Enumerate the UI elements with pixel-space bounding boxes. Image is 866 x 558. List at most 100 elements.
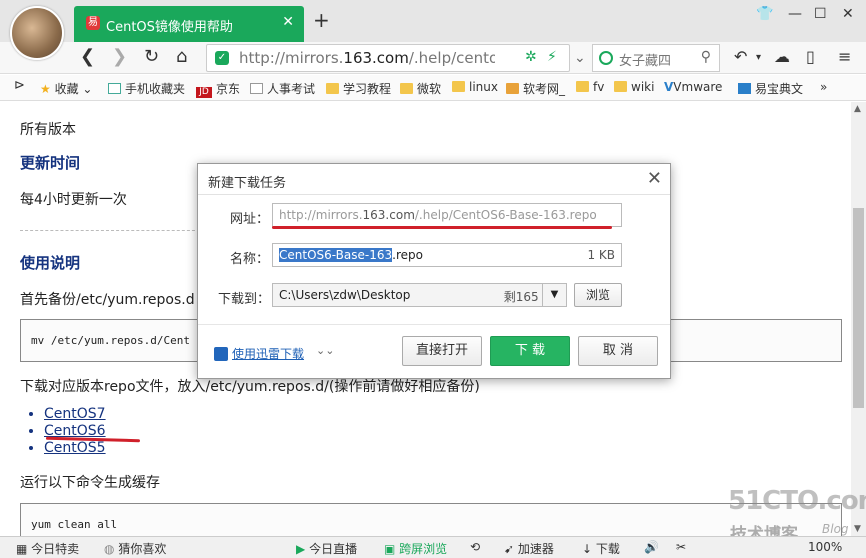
address-bar[interactable]: ✓ http://mirrors.163.com/.help/centos.ht… [206,44,570,72]
jd-icon: JD [196,87,212,98]
phone-icon [108,83,121,94]
reload-button[interactable]: ↻ [144,46,159,67]
cart-icon: ◍ [104,542,115,556]
download-url-field[interactable]: http://mirrors.163.com/.help/CentOS6-Bas… [272,203,622,227]
bookmark-vmware[interactable]: VVmware [664,80,722,94]
usage-heading: 使用说明 [20,254,81,272]
file-size: 1 KB [587,248,615,262]
save-path-dropdown-icon[interactable]: ▼ [542,283,567,307]
search-input[interactable]: 女子藏四 [619,50,671,69]
cancel-button[interactable]: 取 消 [578,336,658,366]
tab-close-icon[interactable]: ✕ [282,14,294,30]
undo-dropdown-icon[interactable]: ▾ [756,52,761,63]
update-time-heading: 更新时间 [20,154,81,172]
bookmark-mobile[interactable]: 手机收藏夹 [108,80,185,97]
camera-icon[interactable]: ✂ [676,540,686,554]
lightning-icon[interactable]: ⚡ [547,49,557,65]
history-icon[interactable]: ⟲ [470,540,480,554]
menu-icon[interactable]: ≡ [838,47,851,66]
close-window-button[interactable]: ✕ [842,6,854,22]
bookmark-yibao[interactable]: 易宝典文 [738,80,803,97]
guess-like[interactable]: ◍ 猜你喜欢 [104,540,166,557]
link-centos5[interactable]: CentOS5 [44,440,106,457]
today-live[interactable]: ▶ 今日直播 [296,540,357,557]
open-directly-button[interactable]: 直接打开 [402,336,482,366]
bookmark-hr-exam[interactable]: 人事考试 [250,80,315,97]
scrollbar-thumb[interactable] [853,208,864,408]
dialog-close-icon[interactable]: ✕ [647,168,662,189]
xunlei-icon [214,347,228,361]
download-instructions-text: 下载对应版本repo文件，放入/etc/yum.repos.d/(操作前请做好相… [20,379,480,395]
browser-tab-active[interactable]: 易 CentOS镜像使用帮助 ✕ [74,6,304,42]
divider [198,324,670,325]
filename-value[interactable]: CentOS6-Base-163.repo [279,248,423,262]
annotation-underline-url [272,226,612,229]
bookmark-linux[interactable]: linux [452,80,498,94]
tab-bar: 易 CentOS镜像使用帮助 ✕ + 👕 — ☐ ✕ [0,0,866,42]
phone-sync-icon[interactable]: ▯ [806,47,815,66]
browse-button[interactable]: 浏览 [574,283,622,307]
downloads[interactable]: ↓ 下载 [582,540,620,557]
download-icon: ↓ [582,542,593,556]
version-list: CentOS7 CentOS6 CentOS5 [44,406,106,457]
watermark-site: 51CTO.com [728,486,866,516]
bookmarks-overflow-icon[interactable]: » [820,80,827,94]
bookmark-wiki[interactable]: wiki [614,80,654,94]
code-line: mv /etc/yum.repos.d/Cent [31,334,190,347]
address-dropdown-icon[interactable]: ⌄ [574,50,586,66]
play-icon: ▶ [296,542,306,556]
cross-screen[interactable]: ▣ 跨屏浏览 [384,540,447,557]
folder-icon [400,83,413,94]
watermark-blog: Blog [822,522,849,536]
accelerator[interactable]: ➹ 加速器 [504,540,554,557]
search-icon[interactable]: ⚲ [701,49,711,65]
user-avatar[interactable] [10,6,64,60]
sound-icon[interactable]: 🔊 [644,540,659,554]
xunlei-download-link[interactable]: 使用迅雷下载 [214,345,304,362]
save-path-field[interactable]: C:\Users\zdw\Desktop 剩165 GB [272,283,567,307]
bookmark-tutorials[interactable]: 学习教程 [326,80,391,97]
search-box[interactable]: 女子藏四 ⚲ [592,44,720,72]
download-url-value: http://mirrors.163.com/.help/CentOS6-Bas… [279,208,597,222]
cache-instructions-text: 运行以下命令生成缓存 [20,475,160,491]
address-url[interactable]: http://mirrors.163.com/.help/centos.ht [239,49,495,67]
divider [198,194,670,195]
url-label: 网址： [230,212,270,227]
update-time-text: 每4小时更新一次 [20,192,127,208]
undo-icon[interactable]: ↶ [734,47,747,66]
navigation-bar: ❮ ❯ ↻ ⌂ ✓ http://mirrors.163.com/.help/c… [0,42,866,74]
today-special[interactable]: ▦ 今日特卖 [16,540,79,557]
bookmark-fv[interactable]: fv [576,80,604,94]
forward-button[interactable]: ❯ [112,46,127,67]
bookmarks-bar: ⊳ ★ 收藏 ⌄ 手机收藏夹 JD 京东 人事考试 学习教程 微软 linux 软… [0,75,866,101]
new-tab-button[interactable]: + [313,8,330,32]
star-icon: ★ [40,82,51,96]
bookmarks-toggle-icon[interactable]: ⊳ [14,78,25,93]
vertical-scrollbar[interactable]: ▲ ▼ [851,102,866,536]
folder-icon [614,81,627,92]
minimize-button[interactable]: — [788,6,802,22]
bookmark-microsoft[interactable]: 微软 [400,80,441,97]
link-centos7[interactable]: CentOS7 [44,406,106,423]
cloud-icon[interactable]: ☁ [774,47,790,66]
bookmark-ruankao[interactable]: 软考网_ [506,80,565,97]
xunlei-expand-icon[interactable]: ⌄⌄ [316,344,334,357]
scroll-down-icon[interactable]: ▼ [854,524,861,534]
bookmark-jd[interactable]: JD 京东 [196,80,240,98]
home-button[interactable]: ⌂ [176,46,187,67]
save-path-value[interactable]: C:\Users\zdw\Desktop [279,288,410,302]
folder-icon [576,81,589,92]
download-button[interactable]: 下 载 [490,336,570,366]
bookmark-favorites[interactable]: ★ 收藏 ⌄ [40,80,92,97]
back-button[interactable]: ❮ [80,46,95,67]
site-icon [506,83,519,94]
speed-icon[interactable]: ✲ [525,49,537,65]
maximize-button[interactable]: ☐ [814,6,827,22]
search-engine-icon [599,51,613,65]
zoom-level[interactable]: 100% [808,540,842,554]
filename-field[interactable]: CentOS6-Base-163.repo 1 KB [272,243,622,267]
all-versions-text: 所有版本 [20,122,76,138]
scroll-up-icon[interactable]: ▲ [854,104,861,114]
name-label: 名称： [230,252,270,267]
skin-icon[interactable]: 👕 [756,6,773,22]
